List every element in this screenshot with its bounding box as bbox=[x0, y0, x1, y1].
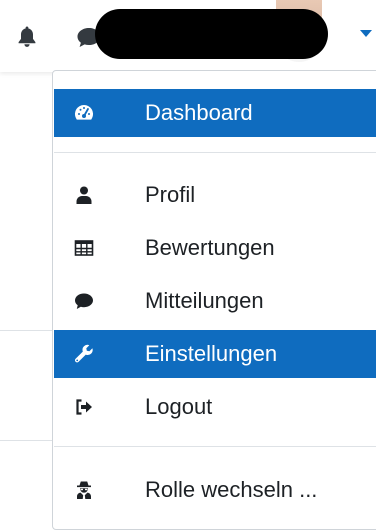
page-divider bbox=[0, 330, 60, 331]
menu-item-einstellungen[interactable]: Einstellungen bbox=[54, 330, 376, 378]
user-secret-icon bbox=[77, 481, 91, 499]
user-icon bbox=[76, 186, 92, 204]
page-divider bbox=[0, 440, 60, 441]
comment-icon bbox=[75, 293, 93, 309]
menu-item-logout[interactable]: Logout bbox=[54, 383, 376, 431]
menu-item-dashboard[interactable]: Dashboard bbox=[54, 89, 376, 137]
menu-item-label: Profil bbox=[145, 182, 196, 207]
menu-item-label: Logout bbox=[145, 394, 213, 419]
menu-item-bewertungen[interactable]: Bewertungen bbox=[54, 224, 376, 272]
redacted-username bbox=[95, 9, 328, 59]
menu-item-profil[interactable]: Profil bbox=[54, 171, 376, 219]
menu-divider bbox=[54, 446, 376, 447]
menu-item-label: Dashboard bbox=[145, 100, 253, 125]
menu-item-label: Rolle wechseln ... bbox=[145, 477, 318, 502]
menu-divider bbox=[54, 152, 376, 153]
table-icon bbox=[74, 240, 94, 256]
bell-icon[interactable] bbox=[17, 25, 37, 47]
sign-out-icon bbox=[76, 399, 92, 415]
menu-item-label: Mitteilungen bbox=[145, 288, 264, 313]
top-navbar bbox=[0, 0, 376, 72]
menu-item-label: Bewertungen bbox=[145, 235, 275, 260]
wrench-icon bbox=[74, 344, 93, 363]
menu-item-label: Einstellungen bbox=[145, 341, 278, 366]
user-menu-caret-icon[interactable] bbox=[360, 30, 372, 37]
menu-item-rolle-wechseln[interactable]: Rolle wechseln ... bbox=[54, 466, 376, 514]
user-dropdown-menu: Dashboard Profil Bewertungen Mitteilunge… bbox=[52, 70, 376, 530]
dashboard-icon bbox=[74, 104, 94, 120]
menu-item-mitteilungen[interactable]: Mitteilungen bbox=[54, 277, 376, 325]
